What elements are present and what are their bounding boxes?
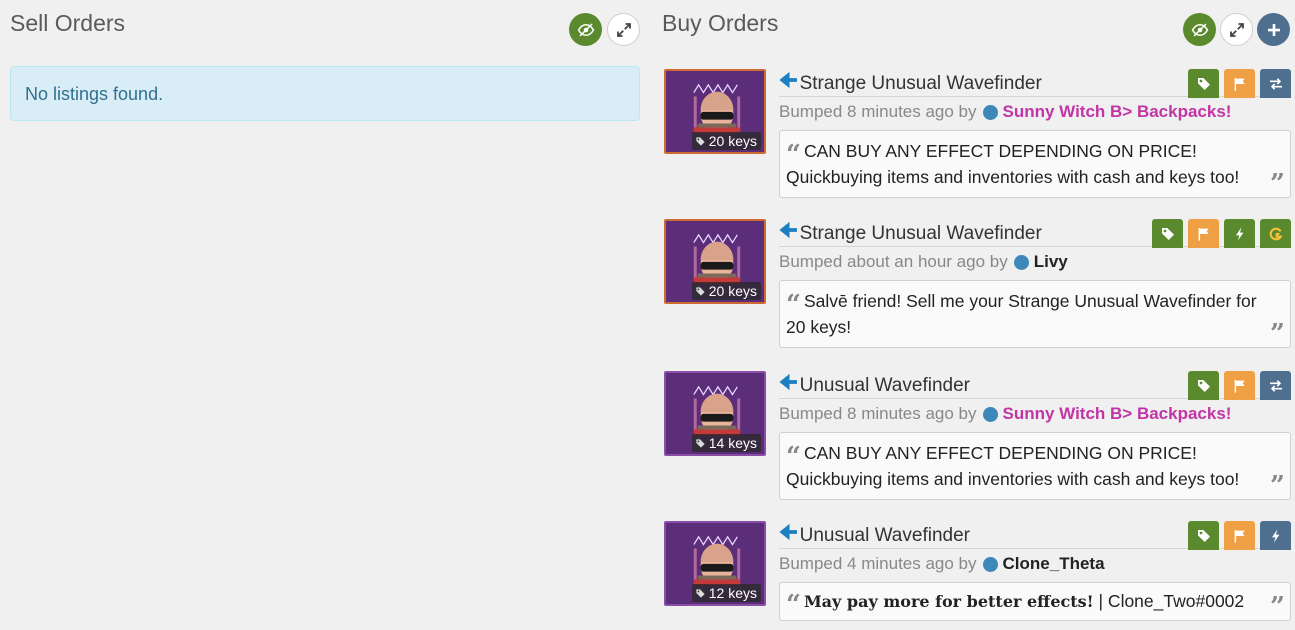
online-status-dot <box>982 104 998 120</box>
bumped-line: Bumped 4 minutes ago by Clone_Theta <box>779 554 1105 574</box>
item-name[interactable]: Unusual Wavefinder <box>800 525 970 547</box>
bumped-line: Bumped about an hour ago by Livy <box>779 252 1068 272</box>
buy-listing: 14 keys 🠈 Unusual Wavefinder Bumped 8 mi… <box>664 371 1295 500</box>
tag-icon <box>695 286 706 297</box>
report-button[interactable] <box>1224 521 1255 550</box>
wavefinder-item-image <box>688 383 746 441</box>
tag-icon <box>695 588 706 599</box>
plus-icon <box>1265 21 1283 39</box>
listing-title-row: 🠈 Unusual Wavefinder <box>779 521 1291 550</box>
tag-icon <box>695 136 706 147</box>
eye-slash-icon <box>1191 21 1209 39</box>
online-status-dot <box>982 556 998 572</box>
item-name[interactable]: Strange Unusual Wavefinder <box>800 223 1042 245</box>
price-badge: 20 keys <box>691 132 761 150</box>
bumped-line: Bumped 8 minutes ago by Sunny Witch B> B… <box>779 404 1232 424</box>
tag-button[interactable] <box>1188 521 1219 550</box>
item-thumbnail[interactable]: 20 keys <box>664 219 766 304</box>
user-link[interactable]: Sunny Witch B> Backpacks! <box>1003 102 1232 122</box>
gladiator-button[interactable] <box>1260 219 1291 248</box>
quote-close-icon: ” <box>1270 319 1285 349</box>
item-thumbnail[interactable]: 20 keys <box>664 69 766 154</box>
price-badge: 12 keys <box>691 584 761 602</box>
wavefinder-item-image <box>688 81 746 139</box>
instant-buy-button[interactable] <box>1260 521 1291 550</box>
tag-button[interactable] <box>1152 219 1183 248</box>
trade-offer-button[interactable] <box>1260 69 1291 98</box>
tag-button[interactable] <box>1188 69 1219 98</box>
listing-message: “Salvē friend! Sell me your Strange Unus… <box>779 280 1291 348</box>
buy-listing: 20 keys 🠈 Strange Unusual Wavefinder Bum… <box>664 69 1295 198</box>
no-listings-alert: No listings found. <box>10 66 640 121</box>
listing-title-row: 🠈 Strange Unusual Wavefinder <box>779 219 1291 248</box>
expand-icon <box>1228 21 1246 39</box>
item-name[interactable]: Unusual Wavefinder <box>800 375 970 397</box>
item-name[interactable]: Strange Unusual Wavefinder <box>800 73 1042 95</box>
buy-listing: 20 keys 🠈 Strange Unusual Wavefinder Bum… <box>664 219 1295 348</box>
user-link[interactable]: Sunny Witch B> Backpacks! <box>1003 404 1232 424</box>
online-status-dot <box>982 406 998 422</box>
listing-actions <box>1188 69 1291 98</box>
tag-icon <box>1196 378 1212 394</box>
item-thumbnail[interactable]: 14 keys <box>664 371 766 456</box>
eye-slash-icon <box>577 21 595 39</box>
trade-offer-button[interactable] <box>1260 371 1291 400</box>
arrow-left-icon: 🠈 <box>779 219 798 242</box>
flag-icon <box>1232 528 1248 544</box>
report-button[interactable] <box>1188 219 1219 248</box>
buy-listing: 12 keys 🠈 Unusual Wavefinder Bumped 4 mi… <box>664 521 1295 630</box>
price-badge: 20 keys <box>691 282 761 300</box>
online-status-dot <box>1013 254 1029 270</box>
price-badge: 14 keys <box>691 434 761 452</box>
user-link[interactable]: Clone_Theta <box>1003 554 1105 574</box>
sell-hide-button[interactable] <box>569 13 602 46</box>
wavefinder-item-image <box>688 231 746 289</box>
item-thumbnail[interactable]: 12 keys <box>664 521 766 606</box>
quote-open-icon: “ <box>786 290 801 320</box>
arrow-left-icon: 🠈 <box>779 521 798 544</box>
listing-actions <box>1152 219 1291 248</box>
user-link[interactable]: Livy <box>1034 252 1068 272</box>
quote-open-icon: “ <box>786 590 801 620</box>
buy-hide-button[interactable] <box>1183 13 1216 46</box>
exchange-icon <box>1268 378 1284 394</box>
quote-close-icon: ” <box>1270 471 1285 501</box>
report-button[interactable] <box>1224 371 1255 400</box>
buy-orders-title: Buy Orders <box>662 10 779 36</box>
bumped-line: Bumped 8 minutes ago by Sunny Witch B> B… <box>779 102 1232 122</box>
tag-icon <box>1196 76 1212 92</box>
listing-actions <box>1188 521 1291 550</box>
arrow-left-icon: 🠈 <box>779 69 798 92</box>
flag-icon <box>1196 226 1212 242</box>
expand-icon <box>615 21 633 39</box>
gladiator-icon <box>1268 226 1284 242</box>
tag-button[interactable] <box>1188 371 1219 400</box>
quote-open-icon: “ <box>786 140 801 170</box>
tag-icon <box>1160 226 1176 242</box>
listing-title-row: 🠈 Unusual Wavefinder <box>779 371 1291 400</box>
sell-expand-button[interactable] <box>607 13 640 46</box>
instant-buy-button[interactable] <box>1224 219 1255 248</box>
buy-expand-button[interactable] <box>1220 13 1253 46</box>
listing-message: “CAN BUY ANY EFFECT DEPENDING ON PRICE! … <box>779 432 1291 500</box>
quote-close-icon: ” <box>1270 592 1285 622</box>
lightning-icon <box>1232 226 1248 242</box>
listing-actions <box>1188 371 1291 400</box>
listing-message: “May pay more for better effects! | Clon… <box>779 582 1291 621</box>
lightning-icon <box>1268 528 1284 544</box>
flag-icon <box>1232 378 1248 394</box>
listing-title-row: 🠈 Strange Unusual Wavefinder <box>779 69 1291 98</box>
tag-icon <box>695 438 706 449</box>
flag-icon <box>1232 76 1248 92</box>
quote-open-icon: “ <box>786 442 801 472</box>
report-button[interactable] <box>1224 69 1255 98</box>
quote-close-icon: ” <box>1270 169 1285 199</box>
wavefinder-item-image <box>688 533 746 591</box>
arrow-left-icon: 🠈 <box>779 371 798 394</box>
sell-orders-title: Sell Orders <box>10 10 126 36</box>
add-buy-order-button[interactable] <box>1257 13 1290 46</box>
listing-message: “CAN BUY ANY EFFECT DEPENDING ON PRICE! … <box>779 130 1291 198</box>
exchange-icon <box>1268 76 1284 92</box>
tag-icon <box>1196 528 1212 544</box>
